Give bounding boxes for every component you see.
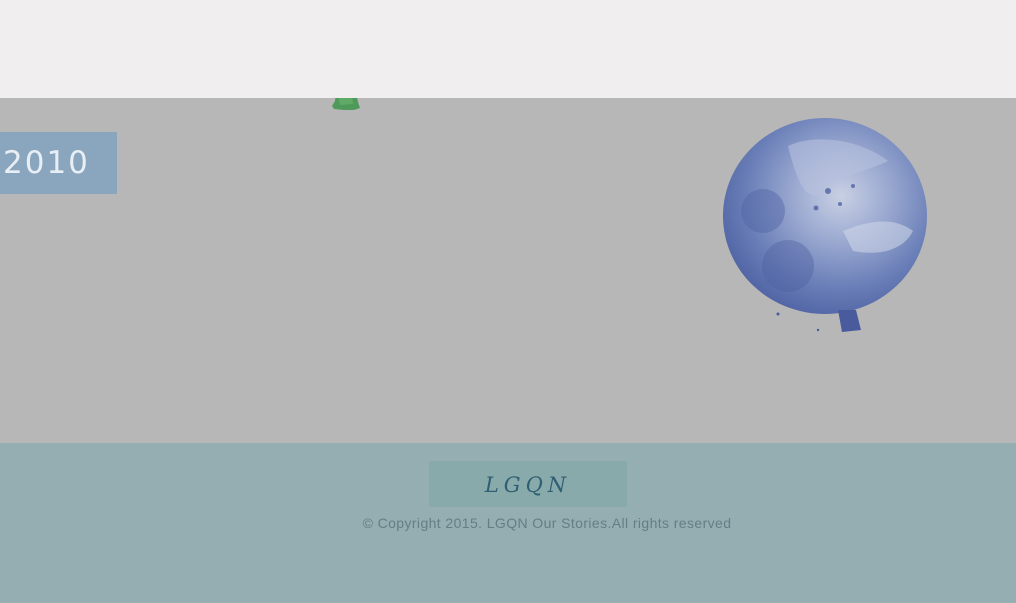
- top-bar: [0, 0, 1016, 98]
- main-content: 2010: [0, 98, 1016, 443]
- page: 2010 LGQN © Copyright 2015. LGQN Our Sto…: [0, 0, 1016, 603]
- blue-balloon-icon: [723, 118, 927, 332]
- footer-logo[interactable]: LGQN: [429, 461, 627, 507]
- year-tab[interactable]: 2010: [0, 132, 117, 194]
- green-balloon-icon: [332, 98, 360, 110]
- copyright-text: © Copyright 2015. LGQN Our Stories.All r…: [362, 515, 732, 531]
- footer: LGQN © Copyright 2015. LGQN Our Stories.…: [0, 443, 1016, 603]
